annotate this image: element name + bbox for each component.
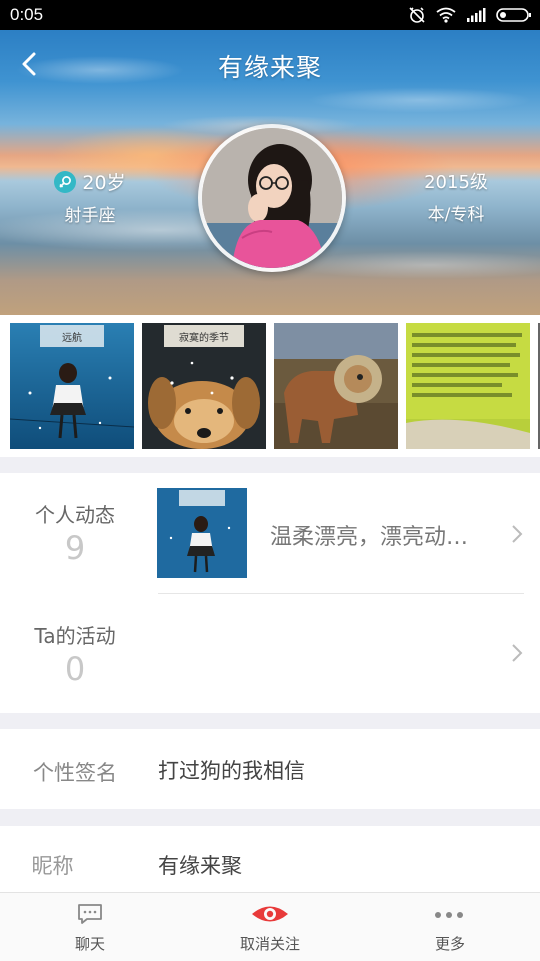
more-button[interactable]: 更多: [360, 893, 540, 961]
photo-thumbnail-2[interactable]: 寂寞的季节: [142, 323, 266, 449]
eye-icon: [252, 906, 288, 922]
photo-thumbnail-3[interactable]: [274, 323, 398, 449]
unfollow-button[interactable]: 取消关注: [180, 893, 360, 961]
nickname-section: 昵称 有缘来聚: [0, 826, 540, 892]
signature-section: 个性签名 打过狗的我相信: [0, 729, 540, 809]
age-text: 20岁: [82, 172, 126, 194]
chevron-right-icon: [512, 525, 523, 543]
avatar[interactable]: [198, 124, 346, 272]
dynamics-preview-image: [157, 488, 247, 578]
chat-button[interactable]: 聊天: [0, 893, 180, 961]
unfollow-label: 取消关注: [239, 935, 300, 953]
signature-label: 个性签名: [33, 761, 117, 785]
photo-caption-1: 远航: [62, 333, 82, 344]
signal-icon: [467, 8, 486, 22]
nickname-value: 有缘来聚: [158, 854, 242, 878]
battery-icon: [496, 8, 531, 22]
photo-thumbnail-1[interactable]: 远航: [10, 323, 134, 449]
wifi-icon: [436, 7, 456, 23]
photo-thumbnail-4[interactable]: [406, 323, 530, 449]
more-label: 更多: [434, 935, 465, 953]
activities-label: Ta的活动: [34, 624, 116, 648]
status-time: 0:05: [10, 5, 44, 24]
dynamics-count: 9: [64, 529, 86, 567]
dynamics-row[interactable]: 个人动态 9 温柔漂亮，漂亮动…: [0, 473, 540, 593]
activity-section: 个人动态 9 温柔漂亮，漂亮动… Ta的活动 0: [0, 473, 540, 713]
nickname-label: 昵称: [31, 854, 74, 878]
chat-label: 聊天: [74, 935, 105, 953]
dynamics-preview-text: 温柔漂亮，漂亮动…: [270, 525, 469, 550]
bottom-action-bar: 聊天 取消关注 更多: [0, 892, 540, 961]
photo-strip[interactable]: 远航 寂寞的季节: [0, 315, 540, 457]
zodiac-text: 射手座: [64, 206, 116, 226]
grade-degree-block: 2015级 本/专科: [406, 168, 506, 225]
profile-hero: 有缘来聚 20岁 射手座 2015级 本/专科: [0, 30, 540, 315]
dynamics-label: 个人动态: [35, 503, 115, 527]
age-zodiac-block: 20岁 射手座: [40, 168, 140, 226]
degree-text: 本/专科: [427, 205, 485, 225]
grade-text: 2015级: [424, 172, 488, 193]
activities-row[interactable]: Ta的活动 0: [0, 594, 540, 713]
more-icon: [435, 912, 463, 918]
signature-value: 打过狗的我相信: [158, 759, 305, 783]
status-icons: [408, 6, 532, 24]
chat-icon: [78, 904, 102, 924]
gender-female-icon: [54, 170, 77, 193]
chevron-right-icon: [512, 644, 523, 662]
status-bar: 0:05: [0, 0, 540, 30]
alarm-off-icon: [409, 7, 425, 23]
activities-count: 0: [64, 650, 86, 688]
page-title: 有缘来聚: [217, 53, 322, 82]
photo-caption-2: 寂寞的季节: [179, 333, 229, 344]
